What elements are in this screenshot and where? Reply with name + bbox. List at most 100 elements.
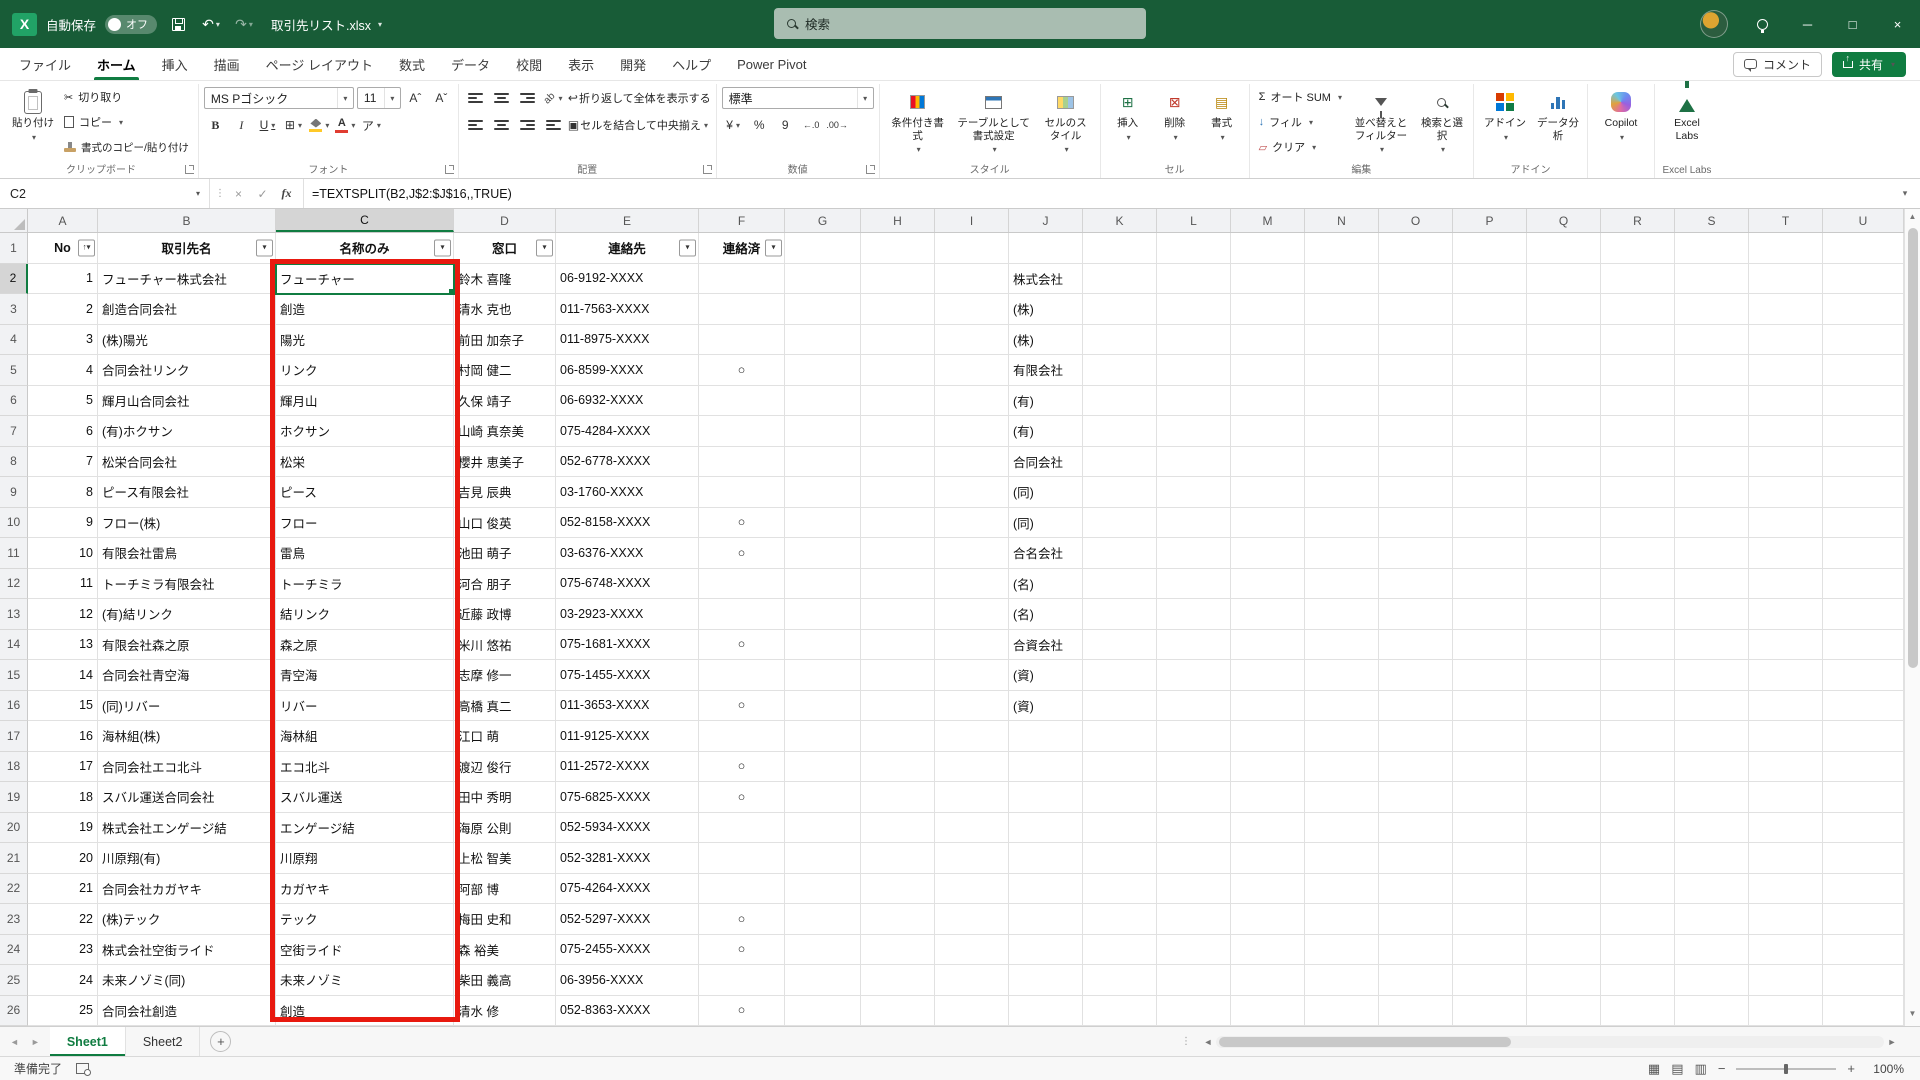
cell-N25[interactable]: [1305, 965, 1379, 996]
ribbon-tab-校閲[interactable]: 校閲: [503, 48, 555, 80]
cell-E13[interactable]: 03-2923-XXXX: [556, 599, 699, 630]
ribbon-tab-Power Pivot[interactable]: Power Pivot: [724, 48, 819, 80]
cell-B12[interactable]: トーチミラ有限会社: [98, 568, 276, 599]
cell-Q8[interactable]: [1527, 446, 1601, 477]
cell-C6[interactable]: 輝月山: [276, 385, 454, 416]
sort-filter-button[interactable]: 並べ替えとフィルター: [1349, 86, 1413, 158]
cell-F15[interactable]: [699, 660, 785, 691]
vertical-scroll-thumb[interactable]: [1907, 228, 1918, 668]
cell-M23[interactable]: [1231, 904, 1305, 935]
cell-C1[interactable]: 名称のみ ▾: [276, 233, 454, 264]
row-header-19[interactable]: 19: [0, 782, 28, 813]
cell-C5[interactable]: リンク: [276, 355, 454, 386]
cell-N5[interactable]: [1305, 355, 1379, 386]
format-as-table-button[interactable]: テーブルとして書式設定: [954, 86, 1034, 158]
macro-record-icon[interactable]: [76, 1063, 92, 1076]
cell-N8[interactable]: [1305, 446, 1379, 477]
cell-F20[interactable]: [699, 812, 785, 843]
column-header-M[interactable]: M: [1231, 209, 1305, 232]
currency-button[interactable]: ¥: [722, 114, 745, 136]
cell-P22[interactable]: [1453, 873, 1527, 904]
cell-J16[interactable]: (資): [1009, 690, 1083, 721]
redo-button[interactable]: ↷ ▾: [232, 11, 256, 37]
cell-H20[interactable]: [861, 812, 935, 843]
cell-L9[interactable]: [1157, 477, 1231, 508]
cell-K14[interactable]: [1083, 629, 1157, 660]
row-header-20[interactable]: 20: [0, 812, 28, 843]
cell-M17[interactable]: [1231, 721, 1305, 752]
cell-M8[interactable]: [1231, 446, 1305, 477]
cell-J17[interactable]: [1009, 721, 1083, 752]
number-format-combo[interactable]: 標準 ▾: [721, 87, 874, 109]
ribbon-tab-ホーム[interactable]: ホーム: [84, 48, 149, 80]
cell-Q7[interactable]: [1527, 416, 1601, 447]
column-header-P[interactable]: P: [1453, 209, 1527, 232]
cell-T11[interactable]: [1749, 538, 1823, 569]
cell-H21[interactable]: [861, 843, 935, 874]
cell-Q9[interactable]: [1527, 477, 1601, 508]
close-button[interactable]: ×: [1875, 0, 1920, 48]
cell-Q1[interactable]: [1527, 233, 1601, 264]
cell-L2[interactable]: [1157, 263, 1231, 294]
cell-K3[interactable]: [1083, 294, 1157, 325]
cell-A17[interactable]: 16: [28, 721, 98, 752]
cell-L19[interactable]: [1157, 782, 1231, 813]
cell-P21[interactable]: [1453, 843, 1527, 874]
cell-E10[interactable]: 052-8158-XXXX: [556, 507, 699, 538]
insert-function-button[interactable]: fx: [275, 182, 298, 205]
cell-L11[interactable]: [1157, 538, 1231, 569]
cell-J6[interactable]: (有): [1009, 385, 1083, 416]
cell-C7[interactable]: ホクサン: [276, 416, 454, 447]
cell-J19[interactable]: [1009, 782, 1083, 813]
decrease-indent-button[interactable]: [542, 114, 565, 136]
cell-P11[interactable]: [1453, 538, 1527, 569]
cell-Q24[interactable]: [1527, 934, 1601, 965]
cell-L4[interactable]: [1157, 324, 1231, 355]
cell-F25[interactable]: [699, 965, 785, 996]
conditional-formatting-button[interactable]: 条件付き書式: [885, 86, 951, 158]
italic-button[interactable]: I: [230, 114, 253, 136]
row-header-18[interactable]: 18: [0, 751, 28, 782]
row-header-2[interactable]: 2: [0, 263, 28, 294]
cell-N23[interactable]: [1305, 904, 1379, 935]
cell-Q23[interactable]: [1527, 904, 1601, 935]
cell-D8[interactable]: 櫻井 恵美子: [454, 446, 556, 477]
cell-S24[interactable]: [1675, 934, 1749, 965]
minimize-button[interactable]: ─: [1785, 0, 1830, 48]
cell-I26[interactable]: [935, 995, 1009, 1026]
cell-L21[interactable]: [1157, 843, 1231, 874]
cell-R4[interactable]: [1601, 324, 1675, 355]
column-header-D[interactable]: D: [454, 209, 556, 232]
cell-U3[interactable]: [1823, 294, 1904, 325]
cell-E20[interactable]: 052-5934-XXXX: [556, 812, 699, 843]
cell-I17[interactable]: [935, 721, 1009, 752]
cell-F24[interactable]: ○: [699, 934, 785, 965]
cell-B9[interactable]: ピース有限会社: [98, 477, 276, 508]
cell-I1[interactable]: [935, 233, 1009, 264]
cell-T5[interactable]: [1749, 355, 1823, 386]
cell-H13[interactable]: [861, 599, 935, 630]
cell-S23[interactable]: [1675, 904, 1749, 935]
cell-F8[interactable]: [699, 446, 785, 477]
row-header-1[interactable]: 1: [0, 233, 28, 264]
cell-G22[interactable]: [785, 873, 861, 904]
cell-T13[interactable]: [1749, 599, 1823, 630]
cell-K11[interactable]: [1083, 538, 1157, 569]
cell-J24[interactable]: [1009, 934, 1083, 965]
cell-S16[interactable]: [1675, 690, 1749, 721]
cell-R2[interactable]: [1601, 263, 1675, 294]
cell-L25[interactable]: [1157, 965, 1231, 996]
cell-H9[interactable]: [861, 477, 935, 508]
row-header-26[interactable]: 26: [0, 995, 28, 1026]
cell-T19[interactable]: [1749, 782, 1823, 813]
cell-N26[interactable]: [1305, 995, 1379, 1026]
column-header-N[interactable]: N: [1305, 209, 1379, 232]
cell-H6[interactable]: [861, 385, 935, 416]
decrease-font-button[interactable]: Aˇ: [430, 87, 453, 109]
cell-M9[interactable]: [1231, 477, 1305, 508]
cell-B3[interactable]: 創造合同会社: [98, 294, 276, 325]
cell-A3[interactable]: 2: [28, 294, 98, 325]
cell-G13[interactable]: [785, 599, 861, 630]
cell-D22[interactable]: 阿部 博: [454, 873, 556, 904]
cell-O14[interactable]: [1379, 629, 1453, 660]
